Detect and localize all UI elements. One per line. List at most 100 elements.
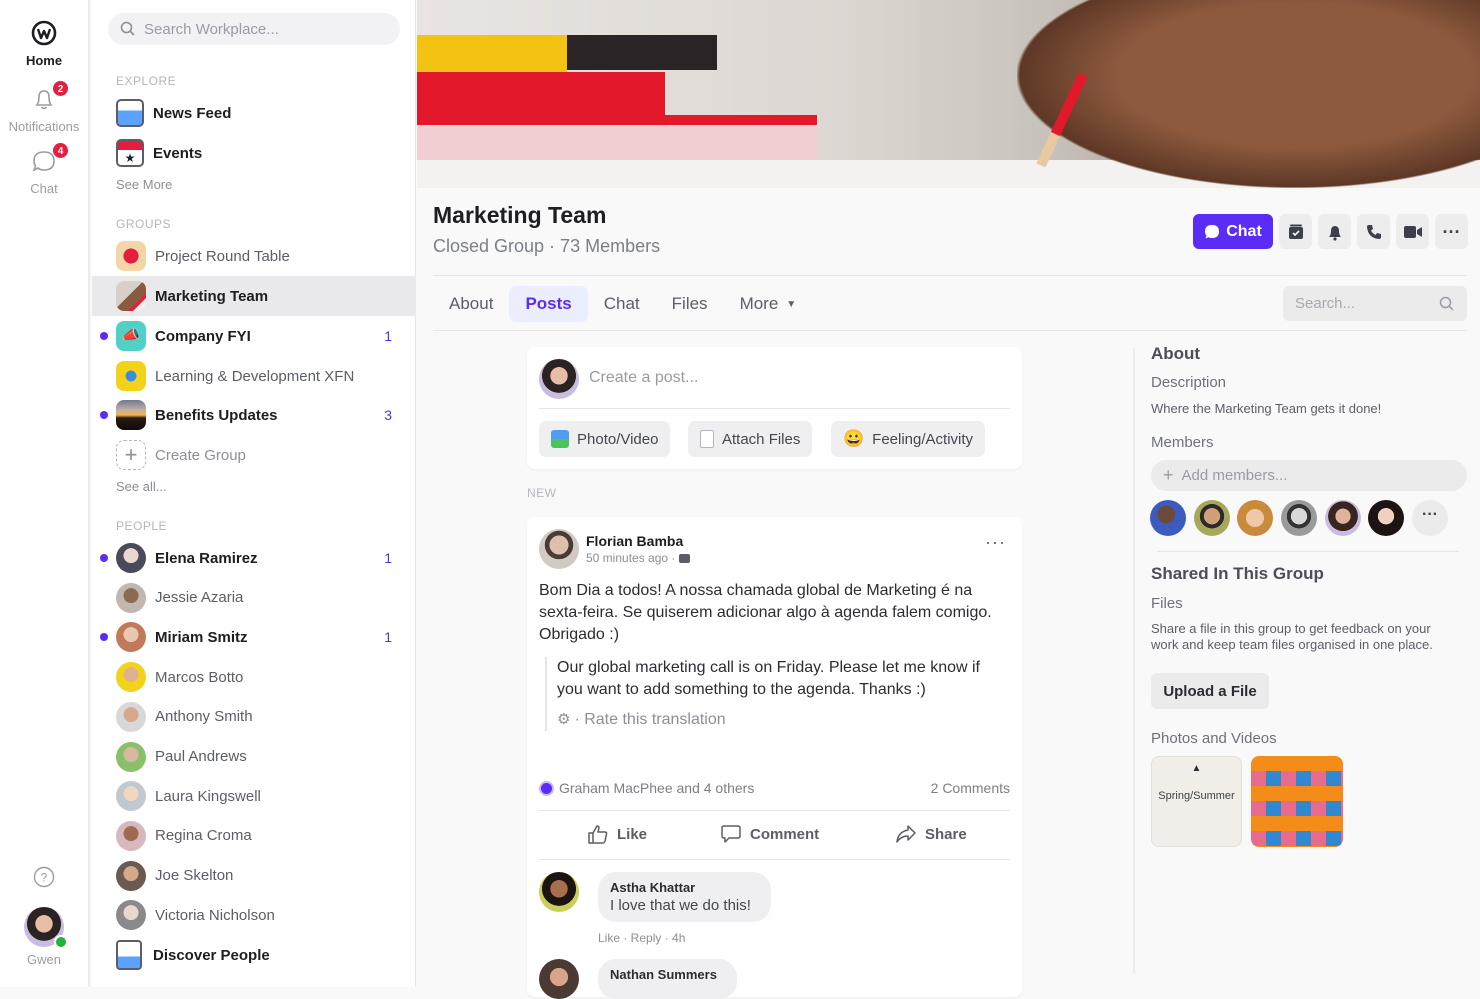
- file-icon: [700, 430, 714, 448]
- sidebar-item-news-feed[interactable]: News Feed: [92, 93, 416, 133]
- thumbs-up-icon: [588, 825, 608, 844]
- inbox-check-icon: [1288, 224, 1303, 239]
- search-placeholder: Search Workplace...: [144, 20, 279, 38]
- sidebar-person[interactable]: Laura Kingswell: [92, 776, 416, 816]
- post-more-button[interactable]: ···: [985, 533, 1006, 551]
- group-label: Marketing Team: [155, 287, 269, 305]
- rail-chat[interactable]: 4 Chat: [0, 142, 88, 196]
- notifications-button[interactable]: [1318, 214, 1351, 249]
- sidebar-person[interactable]: Victoria Nicholson: [92, 895, 416, 935]
- photo-thumbnail[interactable]: ▲ Spring/Summer: [1151, 756, 1242, 847]
- more-members-button[interactable]: ···: [1412, 500, 1448, 536]
- sidebar-person[interactable]: Anthony Smith: [92, 697, 416, 737]
- create-group-button[interactable]: + Create Group: [92, 435, 416, 475]
- member-avatar[interactable]: [1325, 500, 1361, 536]
- upload-file-button[interactable]: Upload a File: [1151, 673, 1269, 709]
- user-profile[interactable]: Gwen: [0, 907, 88, 967]
- rail-home-label: Home: [25, 53, 63, 68]
- create-group-label: Create Group: [155, 446, 246, 464]
- workplace-search-input[interactable]: Search Workplace...: [108, 13, 400, 45]
- chat-button-label: Chat: [1226, 222, 1262, 240]
- right-panel-divider: [1133, 348, 1135, 973]
- about-title: About: [1151, 344, 1201, 363]
- attach-files-label: Attach Files: [722, 430, 801, 448]
- files-description: Share a file in this group to get feedba…: [1151, 621, 1433, 652]
- feeling-activity-button[interactable]: 😀 Feeling/Activity: [831, 421, 986, 457]
- sidebar-person[interactable]: Joe Skelton: [92, 856, 416, 896]
- add-members-input[interactable]: + Add members...: [1151, 460, 1467, 491]
- photo-video-button[interactable]: Photo/Video: [539, 421, 671, 457]
- rate-translation[interactable]: ⚙ · Rate this translation: [557, 709, 1005, 731]
- sidebar-person[interactable]: Regina Croma: [92, 816, 416, 856]
- tab-more[interactable]: More ▼: [724, 286, 813, 322]
- feeling-activity-label: Feeling/Activity: [872, 430, 974, 448]
- tab-posts[interactable]: Posts: [509, 286, 588, 322]
- comment-avatar[interactable]: [539, 872, 579, 912]
- comments-count[interactable]: 2 Comments: [931, 780, 1010, 796]
- sidebar-group-marketing-team[interactable]: Marketing Team: [92, 276, 416, 316]
- explore-see-more-link[interactable]: See More: [116, 177, 172, 192]
- sidebar-group-benefits-updates[interactable]: Benefits Updates 3: [92, 395, 416, 435]
- person-avatar: [116, 900, 146, 931]
- sidebar-group-learning-development[interactable]: Learning & Development XFN: [92, 356, 416, 396]
- create-post-input[interactable]: Create a post...: [589, 369, 698, 387]
- share-button[interactable]: Share: [895, 824, 967, 844]
- member-avatar[interactable]: [1194, 500, 1230, 536]
- person-name: Anthony Smith: [155, 708, 253, 726]
- group-subtitle: Closed Group · 73 Members: [433, 236, 661, 256]
- more-options-button[interactable]: ···: [1435, 214, 1468, 249]
- like-button[interactable]: Like: [587, 824, 647, 844]
- sidebar-item-label: Events: [153, 144, 203, 162]
- comment-actions[interactable]: Like · Reply · 4h: [598, 931, 685, 945]
- post-reactions[interactable]: Graham MacPhee and 4 others: [539, 780, 754, 796]
- sidebar-person[interactable]: Jessie Azaria: [92, 578, 416, 618]
- sidebar-person[interactable]: Marcos Botto: [92, 657, 416, 697]
- shared-title: Shared In This Group: [1151, 564, 1324, 583]
- divider: [433, 330, 1467, 331]
- archive-button[interactable]: [1279, 214, 1312, 249]
- chat-bubble-icon: 4: [29, 142, 69, 176]
- sidebar-person[interactable]: Elena Ramirez 1: [92, 538, 416, 578]
- comment-author[interactable]: Nathan Summers: [610, 967, 717, 982]
- sidebar-item-events[interactable]: ★ Events: [92, 133, 416, 173]
- groups-header: GROUPS: [116, 217, 172, 231]
- post-author-name[interactable]: Florian Bamba: [586, 533, 683, 549]
- group-title: Marketing Team: [433, 202, 607, 228]
- comment: Astha Khattar I love that we do this!: [539, 872, 771, 922]
- video-call-button[interactable]: [1396, 214, 1429, 249]
- attach-files-button[interactable]: Attach Files: [688, 421, 813, 457]
- sidebar-group-company-fyi[interactable]: 📣 Company FYI 1: [92, 316, 416, 356]
- cover-notebook: [417, 115, 817, 165]
- group-chat-button[interactable]: Chat: [1193, 214, 1273, 249]
- comment-author[interactable]: Astha Khattar: [610, 880, 751, 895]
- tab-chat[interactable]: Chat: [588, 286, 656, 322]
- member-avatar[interactable]: [1237, 500, 1273, 536]
- member-avatar[interactable]: [1368, 500, 1404, 536]
- groups-see-all-link[interactable]: See all...: [116, 479, 167, 494]
- comment-avatar[interactable]: [539, 959, 579, 999]
- call-button[interactable]: [1357, 214, 1390, 249]
- comment-button[interactable]: Comment: [720, 824, 819, 844]
- post-author-avatar[interactable]: [539, 529, 579, 569]
- sidebar-group-project-round-table[interactable]: Project Round Table: [92, 236, 416, 276]
- photo-thumbnail[interactable]: [1251, 756, 1343, 847]
- tab-files[interactable]: Files: [656, 286, 724, 322]
- user-name: Gwen: [27, 952, 61, 967]
- workplace-logo-icon: [29, 18, 59, 48]
- member-avatar[interactable]: [1150, 500, 1186, 536]
- description-label: Description: [1151, 374, 1227, 391]
- help-button[interactable]: ?: [0, 866, 88, 891]
- rail-home[interactable]: Home: [0, 18, 88, 68]
- member-avatar[interactable]: [1281, 500, 1317, 536]
- sidebar-person[interactable]: Miriam Smitz 1: [92, 617, 416, 657]
- group-search-input[interactable]: Search...: [1283, 286, 1467, 321]
- post-timestamp: 50 minutes ago ·: [586, 551, 691, 565]
- phone-icon: [1366, 224, 1381, 239]
- sidebar-person[interactable]: Paul Andrews: [92, 737, 416, 777]
- post-body: Bom Dia a todos! A nossa chamada global …: [539, 582, 992, 643]
- cover-book-black: [567, 35, 717, 70]
- rail-notifications[interactable]: 2 Notifications: [0, 80, 88, 134]
- video-camera-icon: [1403, 225, 1422, 238]
- tab-about[interactable]: About: [433, 286, 509, 322]
- discover-people-button[interactable]: Discover People: [92, 935, 416, 975]
